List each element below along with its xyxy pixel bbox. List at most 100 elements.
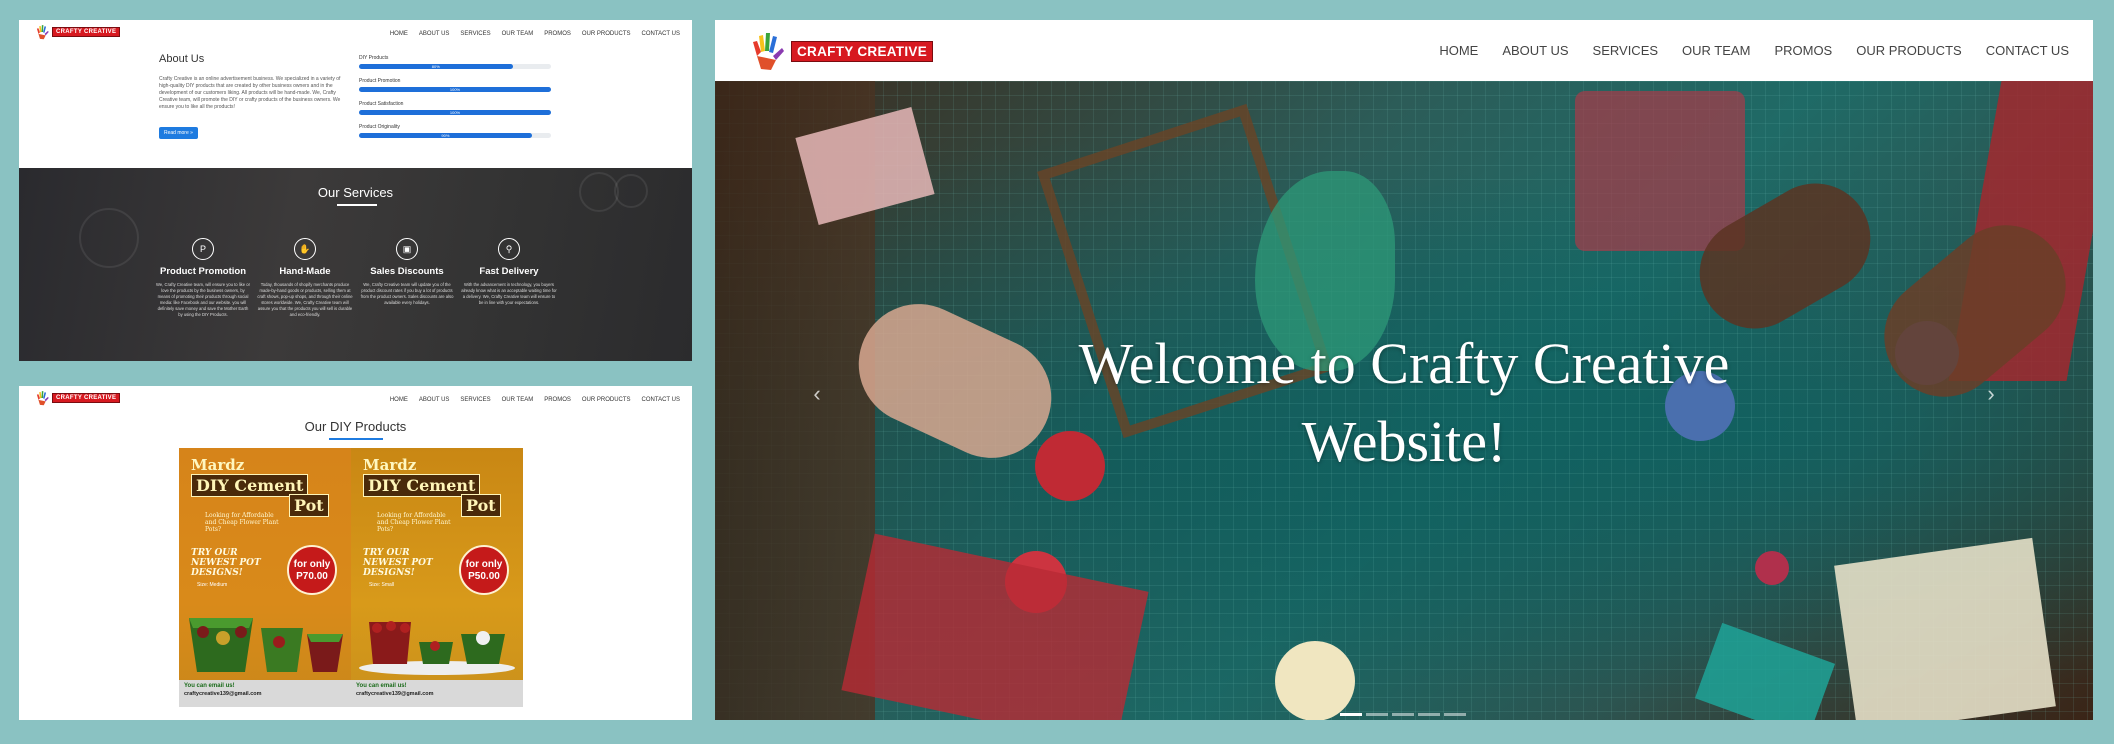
skill-name: Product Satisfaction: [359, 101, 404, 107]
price-badge: for only P50.00: [459, 545, 509, 595]
carousel-next-icon[interactable]: ›: [1979, 381, 2003, 421]
progress-percent: 90%: [441, 133, 450, 138]
nav-our-products[interactable]: OUR PRODUCTS: [582, 397, 631, 403]
hero-carousel-slide: Welcome to Crafty Creative Website! ‹ ›: [715, 81, 2093, 720]
service-title: Fast Delivery: [479, 266, 539, 277]
hero-heading-line: Website!: [1301, 409, 1507, 474]
hand-icon: ✋: [294, 238, 316, 260]
nav-services[interactable]: SERVICES: [1593, 43, 1659, 58]
motorcycle-icon: ⚲: [498, 238, 520, 260]
nav-our-team[interactable]: OUR TEAM: [1682, 43, 1750, 58]
skill-item: Product Satisfaction 100%: [359, 101, 551, 124]
spool-decoration: [79, 208, 139, 268]
carousel-prev-icon[interactable]: ‹: [805, 381, 829, 421]
cement-pots-illustration: [359, 621, 515, 675]
service-card-fast-delivery: ⚲ Fast Delivery With the advancement in …: [461, 238, 557, 306]
service-title: Sales Discounts: [370, 266, 444, 277]
nav-services[interactable]: SERVICES: [460, 31, 490, 37]
nav-promos[interactable]: PROMOS: [1774, 43, 1832, 58]
email-label: You can email us!: [184, 683, 235, 689]
price-badge: for only P70.00: [287, 545, 337, 595]
flower-shape: [1755, 551, 1789, 585]
nav-contact-us[interactable]: CONTACT US: [1986, 43, 2069, 58]
services-title: Our Services: [317, 185, 394, 200]
skill-name: DIY Products: [359, 55, 389, 61]
cement-pots-illustration: [189, 618, 343, 672]
nav-promos[interactable]: PROMOS: [544, 31, 571, 37]
price-value: P70.00: [296, 571, 328, 582]
poster-subtitle: Looking for Affordable and Cheap Flower …: [205, 512, 279, 533]
product-carousel[interactable]: Mardz DIY Cement Pot Looking for Afforda…: [179, 448, 523, 707]
progress-fill: 100%: [359, 87, 551, 92]
brand-logo[interactable]: CRAFTY CREATIVE: [35, 24, 121, 40]
progress-track: 100%: [359, 87, 551, 92]
email-address: craftycreative139@gmail.com: [356, 691, 434, 697]
about-services-screenshot: CRAFTY CREATIVE HOME ABOUT US SERVICES O…: [19, 20, 692, 361]
flower-shape: [1275, 641, 1355, 720]
product-poster-medium[interactable]: Mardz DIY Cement Pot Looking for Afforda…: [179, 448, 351, 707]
progress-percent: 100%: [449, 110, 461, 115]
nav-about-us[interactable]: ABOUT US: [419, 397, 450, 403]
skill-name: Product Promotion: [359, 78, 401, 84]
carousel-indicator[interactable]: [1366, 713, 1388, 716]
service-card-hand-made: ✋ Hand-Made Today, thousands of shopify …: [257, 238, 353, 318]
products-screenshot: CRAFTY CREATIVE HOME ABOUT US SERVICES O…: [19, 386, 692, 720]
hand-logo-icon: [753, 33, 784, 70]
nav-services[interactable]: SERVICES: [460, 397, 490, 403]
logo-text: CRAFTY CREATIVE: [791, 40, 934, 62]
paper-shape: [1834, 537, 2056, 720]
brand-logo[interactable]: CRAFTY CREATIVE: [749, 30, 934, 72]
nav-contact-us[interactable]: CONTACT US: [642, 397, 680, 403]
paper-shape: [1694, 622, 1836, 720]
carousel-indicators: [1340, 713, 1466, 716]
read-more-button[interactable]: Read more »: [159, 127, 198, 139]
service-description: We, Crafty Creative team will update you…: [360, 282, 454, 305]
main-nav: HOME ABOUT US SERVICES OUR TEAM PROMOS O…: [390, 397, 680, 403]
progress-fill: 100%: [359, 110, 551, 115]
nav-our-team[interactable]: OUR TEAM: [502, 397, 534, 403]
poster-subtitle: Looking for Affordable and Cheap Flower …: [377, 512, 451, 533]
email-address: craftycreative139@gmail.com: [184, 691, 262, 697]
poster-brand: Mardz: [191, 456, 245, 474]
hero-heading: Welcome to Crafty Creative Website!: [715, 325, 2093, 481]
progress-fill: 80%: [359, 64, 513, 69]
paper-shape: [1575, 91, 1745, 251]
nav-about-us[interactable]: ABOUT US: [1502, 43, 1568, 58]
nav-promos[interactable]: PROMOS: [544, 397, 571, 403]
poster-headline-pot: Pot: [289, 494, 329, 517]
products-title: Our DIY Products: [304, 419, 407, 434]
nav-home[interactable]: HOME: [390, 397, 408, 403]
carousel-indicator[interactable]: [1340, 713, 1362, 716]
poster-headline-pot: Pot: [461, 494, 501, 517]
poster-footer: You can email us! craftycreative139@gmai…: [351, 680, 523, 707]
service-card-product-promotion: P Product Promotion We, Crafty Creative …: [155, 238, 251, 318]
carousel-indicator[interactable]: [1418, 713, 1440, 716]
service-title: Product Promotion: [159, 266, 247, 277]
progress-track: 80%: [359, 64, 551, 69]
product-poster-small[interactable]: Mardz DIY Cement Pot Looking for Afforda…: [351, 448, 523, 707]
service-description: We, Crafty Creative team, will ensure yo…: [156, 282, 250, 317]
poster-tagline: TRY OUR NEWEST POT DESIGNS!: [191, 548, 261, 578]
services-section: Our Services P Product Promotion We, Cra…: [19, 168, 692, 361]
skill-bars: DIY Products 80% Product Promotion 100% …: [359, 55, 551, 147]
logo-text: CRAFTY CREATIVE: [52, 393, 121, 403]
logo-text: CRAFTY CREATIVE: [52, 27, 121, 37]
nav-home[interactable]: HOME: [390, 31, 408, 37]
poster-brand: Mardz: [363, 456, 417, 474]
nav-contact-us[interactable]: CONTACT US: [642, 31, 680, 37]
main-nav: HOME ABOUT US SERVICES OUR TEAM PROMOS O…: [1439, 43, 2069, 58]
nav-our-products[interactable]: OUR PRODUCTS: [582, 31, 631, 37]
carousel-indicator[interactable]: [1444, 713, 1466, 716]
carousel-indicator[interactable]: [1392, 713, 1414, 716]
skill-item: Product Promotion 100%: [359, 78, 551, 101]
money-icon: ▣: [396, 238, 418, 260]
brand-logo[interactable]: CRAFTY CREATIVE: [35, 390, 121, 406]
price-label: for only: [465, 559, 503, 570]
paper-shape: [841, 533, 1149, 720]
nav-home[interactable]: HOME: [1439, 43, 1478, 58]
nav-our-products[interactable]: OUR PRODUCTS: [1856, 43, 1961, 58]
nav-about-us[interactable]: ABOUT US: [419, 31, 450, 37]
service-title: Hand-Made: [279, 266, 331, 277]
nav-our-team[interactable]: OUR TEAM: [502, 31, 534, 37]
hand-logo-icon: [36, 25, 49, 40]
